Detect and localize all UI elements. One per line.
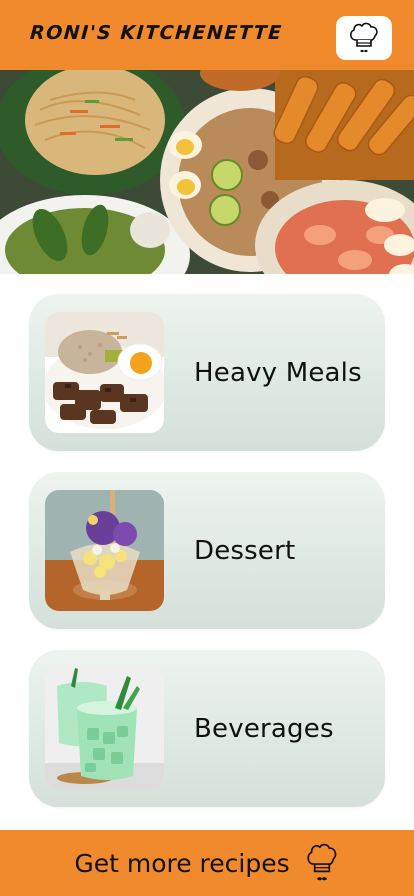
- get-more-recipes-button[interactable]: Get more recipes: [0, 830, 414, 896]
- heavy-meals-image: [45, 312, 164, 433]
- beverages-image: [45, 668, 164, 789]
- chef-hat-icon: [307, 843, 336, 881]
- hero-food-banner: [0, 70, 414, 274]
- dessert-image: [45, 490, 164, 611]
- category-label: Dessert: [194, 535, 296, 566]
- app-header: RONI'S KITCHENETTE: [0, 0, 414, 70]
- app-title: RONI'S KITCHENETTE: [29, 22, 284, 44]
- hero-food-illustration: [0, 70, 414, 274]
- category-label: Heavy Meals: [194, 357, 362, 388]
- category-card-dessert[interactable]: Dessert: [29, 472, 385, 629]
- get-more-recipes-label: Get more recipes: [74, 848, 290, 878]
- category-label: Beverages: [194, 713, 334, 744]
- chef-menu-button[interactable]: [336, 16, 392, 60]
- category-card-beverages[interactable]: Beverages: [29, 650, 385, 807]
- chef-hat-icon: [350, 22, 378, 53]
- category-card-heavy-meals[interactable]: Heavy Meals: [29, 294, 385, 451]
